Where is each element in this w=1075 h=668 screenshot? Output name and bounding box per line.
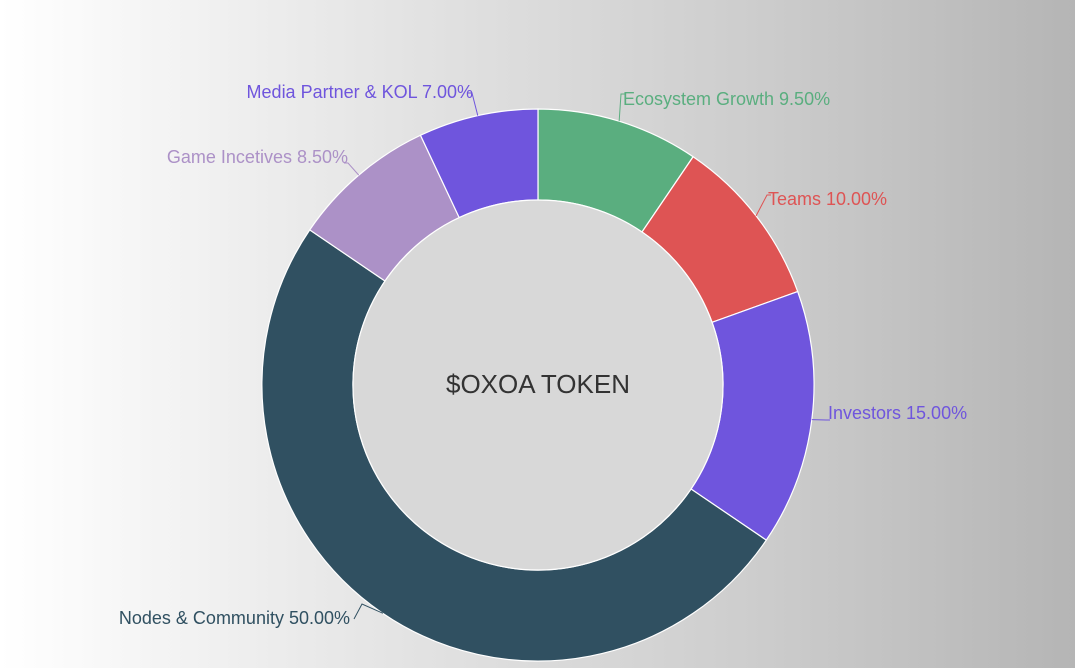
donut-chart: $OXOA TOKEN Ecosystem Growth 9.50% Teams … [0, 0, 1075, 663]
slice-label: Teams 10.00% [768, 189, 887, 209]
slice-label: Media Partner & KOL 7.00% [247, 82, 473, 102]
chart-svg: $OXOA TOKEN Ecosystem Growth 9.50% Teams … [0, 0, 1075, 663]
slice-label: Investors 15.00% [828, 403, 967, 423]
slice-label: Nodes & Community 50.00% [119, 608, 350, 628]
center-label: $OXOA TOKEN [446, 369, 630, 399]
slice-label: Game Incetives 8.50% [167, 147, 348, 167]
slice-label: Ecosystem Growth 9.50% [623, 89, 830, 109]
